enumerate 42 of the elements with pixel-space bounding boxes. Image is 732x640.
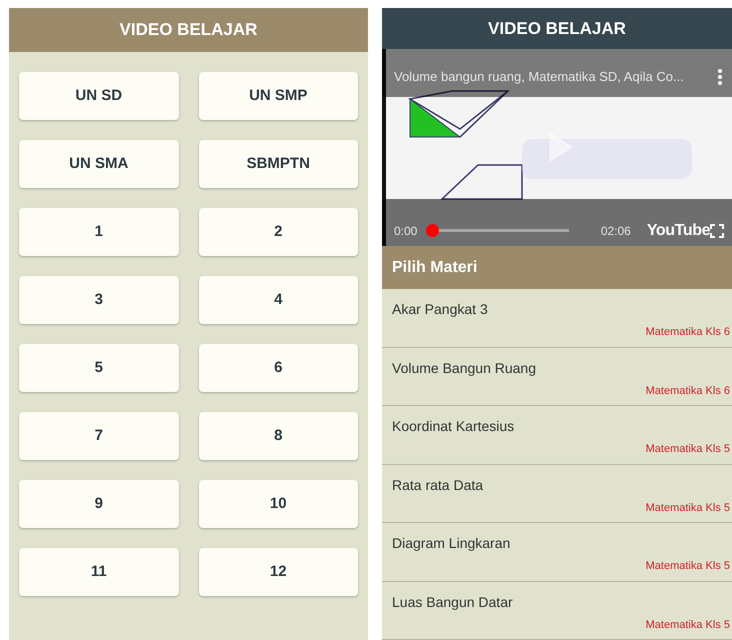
menu-button[interactable]: 5 [19, 344, 178, 392]
topic-list-item[interactable]: Diagram Lingkaran Matematika Kls 5 [382, 523, 732, 582]
menu-button[interactable]: 4 [198, 276, 358, 324]
menu-button[interactable]: 11 [19, 548, 178, 596]
topic-list-item[interactable]: Akar Pangkat 3 Matematika Kls 6 [382, 289, 732, 348]
menu-button[interactable]: UN SMA [19, 140, 178, 188]
header-title: VIDEO BELAJAR [120, 19, 258, 42]
menu-button[interactable]: 3 [19, 276, 178, 324]
topic-subject: Matematika Kls 6 [646, 384, 730, 398]
topic-subject: Matematika Kls 5 [646, 618, 730, 632]
current-time: 0:00 [394, 222, 418, 240]
topic-subject: Matematika Kls 5 [646, 559, 730, 574]
topic-list-item[interactable]: Volume Bangun Ruang Matematika Kls 6 [382, 348, 732, 406]
more-options-icon[interactable] [718, 68, 722, 85]
menu-button[interactable]: UN SD [19, 72, 178, 120]
topic-title: Rata rata Data [392, 476, 484, 494]
menu-button[interactable]: UN SMP [198, 72, 358, 120]
menu-button[interactable]: 2 [198, 208, 358, 256]
topic-list-item[interactable]: Rata rata Data Matematika Kls 5 [382, 464, 732, 523]
menu-button[interactable]: 6 [198, 344, 358, 392]
menu-button[interactable]: 9 [19, 480, 178, 528]
topic-list-item[interactable]: Luas Bangun Datar Matematika Kls 5 [382, 582, 732, 640]
topic-title: Luas Bangun Datar [392, 592, 513, 612]
menu-button[interactable]: 1 [19, 208, 178, 256]
menu-button[interactable]: 12 [198, 548, 358, 596]
topic-title: Koordinat Kartesius [392, 417, 514, 436]
menu-button[interactable]: 7 [19, 412, 178, 460]
menu-button[interactable]: SBMPTN [198, 140, 358, 188]
topic-list-item[interactable]: Koordinat Kartesius Matematika Kls 5 [382, 406, 732, 464]
fullscreen-icon[interactable] [710, 224, 724, 238]
topic-subject: Matematika Kls 6 [646, 325, 730, 340]
youtube-logo[interactable]: YouTube [646, 218, 710, 243]
topic-title: Volume Bangun Ruang [392, 358, 536, 378]
menu-button[interactable]: 8 [198, 412, 358, 460]
topic-title: Diagram Lingkaran [392, 534, 510, 553]
menu-button[interactable]: 10 [198, 480, 358, 528]
duration: 02:06 [600, 222, 631, 240]
topic-subject: Matematika Kls 5 [646, 500, 730, 516]
topic-title: Akar Pangkat 3 [392, 300, 488, 319]
section-title: Pilih Materi [392, 258, 478, 278]
topic-subject: Matematika Kls 5 [646, 442, 730, 457]
header-title: VIDEO BELAJAR [488, 18, 626, 40]
